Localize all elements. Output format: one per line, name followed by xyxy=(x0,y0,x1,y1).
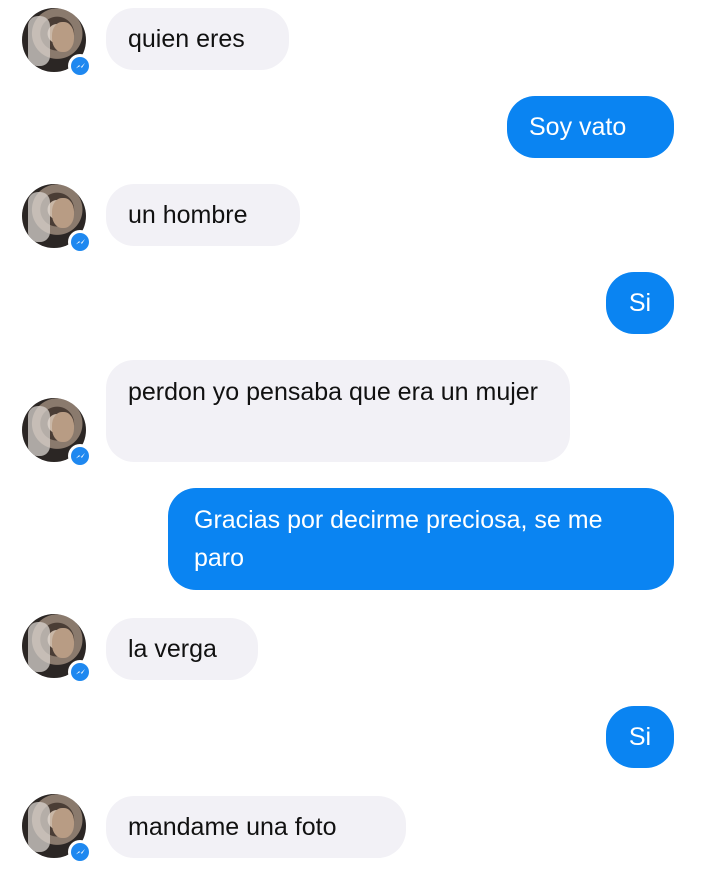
messenger-icon xyxy=(68,444,92,468)
messenger-icon xyxy=(68,54,92,78)
outgoing-message[interactable]: Si xyxy=(606,272,674,334)
messenger-icon xyxy=(68,230,92,254)
contact-avatar[interactable] xyxy=(22,8,92,78)
contact-avatar[interactable] xyxy=(22,184,92,254)
messenger-icon xyxy=(68,840,92,864)
contact-avatar[interactable] xyxy=(22,794,92,864)
contact-avatar[interactable] xyxy=(22,614,92,684)
incoming-message[interactable]: un hombre xyxy=(106,184,300,246)
incoming-message[interactable]: perdon yo pensaba que era un mujer xyxy=(106,360,570,462)
incoming-message[interactable]: la verga xyxy=(106,618,258,680)
messenger-icon xyxy=(68,660,92,684)
chat-thread: quien eres Soy vato un hombre Si perdon … xyxy=(0,0,720,873)
incoming-message[interactable]: mandame una foto xyxy=(106,796,406,858)
outgoing-message[interactable]: Soy vato xyxy=(507,96,674,158)
contact-avatar[interactable] xyxy=(22,398,92,468)
incoming-message[interactable]: quien eres xyxy=(106,8,289,70)
outgoing-message[interactable]: Si xyxy=(606,706,674,768)
outgoing-message[interactable]: Gracias por decirme preciosa, se me paro xyxy=(168,488,674,590)
